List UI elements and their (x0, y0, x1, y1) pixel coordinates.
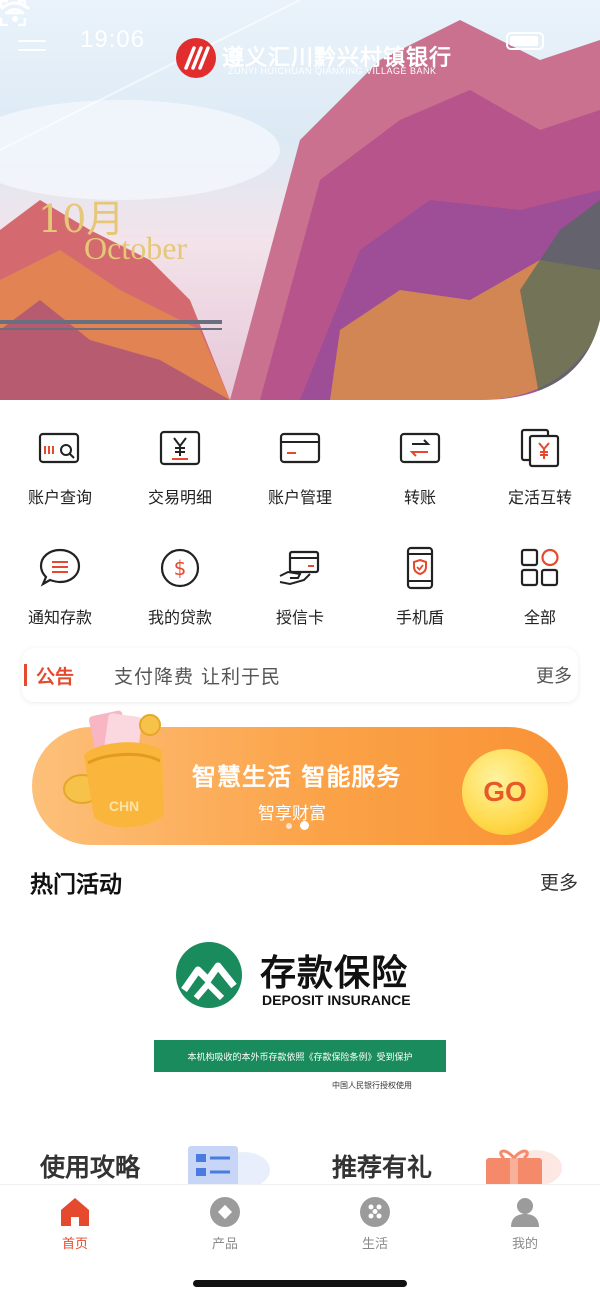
tab-label: 我的 (511, 1237, 538, 1252)
bank-name-en: ZUNYI HUICHUAN QIANXING VILLAGE BANK (228, 66, 437, 76)
battery-icon (506, 32, 544, 50)
credit-card-icon (279, 550, 320, 586)
home-indicator[interactable] (193, 1280, 407, 1287)
hero-banner: 19:06 遵义汇川黔兴村镇银行 ZUNYI HUICHUAN QIANXING… (0, 0, 600, 400)
banner-dot-active[interactable] (300, 821, 309, 830)
deposit-insurance-subtitle: DEPOSIT INSURANCE (262, 992, 411, 1008)
grid-item-account-manage[interactable]: 账户管理 (240, 418, 360, 538)
notice-text[interactable]: 支付降费 让利于民 (114, 662, 281, 689)
grid-label: 账户管理 (267, 488, 332, 507)
tab-home[interactable]: 首页 (15, 1195, 135, 1252)
grid-item-credit-card[interactable]: 授信卡 (240, 538, 360, 658)
banner-pagination (286, 821, 309, 830)
scan-icon[interactable] (0, 0, 26, 26)
deposit-insurance-logo (176, 942, 242, 1008)
usage-guide-card[interactable]: 使用攻略 (40, 1148, 140, 1184)
menu-icon[interactable] (18, 40, 46, 60)
deposit-insurance-strip: 本机构吸收的本外币存款依照《存款保险条例》受到保护 (154, 1040, 446, 1072)
transaction-detail-icon (159, 430, 201, 466)
banner-go-label: GO (483, 776, 527, 807)
bank-logo (176, 38, 216, 78)
banner-dot[interactable] (286, 822, 292, 829)
tab-life[interactable]: 生活 (315, 1195, 435, 1252)
account-query-icon (38, 432, 80, 464)
user-icon (511, 1198, 539, 1227)
status-time: 19:06 (80, 26, 146, 53)
gift-box-icon (486, 1149, 562, 1188)
grid-label: 手机盾 (395, 608, 444, 627)
grid-item-transaction-detail[interactable]: 交易明细 (120, 418, 240, 538)
notice-more-link[interactable]: 更多 (536, 662, 572, 688)
deposit-insurance-card[interactable]: 存款保险 DEPOSIT INSURANCE 本机构吸收的本外币存款依照《存款保… (150, 940, 450, 1100)
svg-text:$: $ (174, 556, 187, 580)
banner-go-button[interactable]: GO (462, 749, 548, 835)
grid-item-notice-deposit[interactable]: 通知存款 (0, 538, 120, 658)
grid-item-all[interactable]: 全部 (480, 538, 600, 658)
deposit-convert-icon (520, 428, 560, 468)
home-icon (61, 1198, 89, 1226)
grid-label: 我的贷款 (147, 608, 212, 627)
hot-activities-title: 热门活动 (30, 872, 122, 898)
banner-title: 智慧生活 智能服务 (192, 763, 402, 791)
notice-tag: 公告 (36, 666, 75, 688)
grid-label: 账户查询 (27, 488, 92, 507)
grid-label: 通知存款 (27, 608, 92, 627)
deposit-insurance-strip-text: 本机构吸收的本外币存款依照《存款保险条例》受到保护 (187, 1052, 413, 1063)
grid-label: 转账 (403, 488, 436, 507)
tab-mine[interactable]: 我的 (465, 1195, 585, 1252)
deposit-insurance-title: 存款保险 (260, 953, 409, 994)
tab-label: 首页 (61, 1237, 88, 1252)
notice-bar[interactable]: 公告 支付降费 让利于民 更多 (22, 648, 578, 702)
tab-products[interactable]: 产品 (165, 1195, 285, 1252)
referral-reward-card[interactable]: 推荐有礼 (332, 1148, 432, 1184)
hot-activities-more-link[interactable]: 更多 (540, 868, 578, 895)
account-manage-icon (279, 432, 321, 464)
function-grid: 账户查询 交易明细 账户管理 转账 定活互转 通知存款 $ 我的贷款 授信卡 手… (0, 418, 600, 658)
grid-item-deposit-convert[interactable]: 定活互转 (480, 418, 600, 538)
transfer-icon (399, 432, 441, 464)
guide-document-icon (188, 1146, 270, 1188)
coin-bag-icon: CHN (63, 710, 164, 828)
tab-label: 生活 (361, 1237, 388, 1252)
life-icon (360, 1197, 390, 1227)
grid-item-transfer[interactable]: 转账 (360, 418, 480, 538)
all-apps-icon (520, 548, 559, 587)
grid-label: 交易明细 (147, 488, 212, 507)
loan-icon: $ (160, 548, 200, 588)
notice-accent (24, 664, 27, 686)
hero-month-en: October (84, 230, 188, 266)
grid-label: 定活互转 (507, 488, 572, 507)
tab-label: 产品 (211, 1237, 238, 1252)
coin-bag-text: CHN (109, 798, 139, 814)
grid-item-loan[interactable]: $ 我的贷款 (120, 538, 240, 658)
promo-banner[interactable]: CHN 智慧生活 智能服务 智享财富 GO (32, 710, 568, 845)
products-icon (210, 1197, 240, 1227)
grid-label: 授信卡 (275, 608, 324, 627)
phone-shield-icon (406, 546, 434, 590)
grid-item-account-query[interactable]: 账户查询 (0, 418, 120, 538)
grid-label: 全部 (523, 608, 556, 627)
deposit-insurance-note: 中国人民银行授权使用 (332, 1081, 412, 1090)
grid-item-phone-shield[interactable]: 手机盾 (360, 538, 480, 658)
notice-deposit-icon (39, 548, 81, 587)
